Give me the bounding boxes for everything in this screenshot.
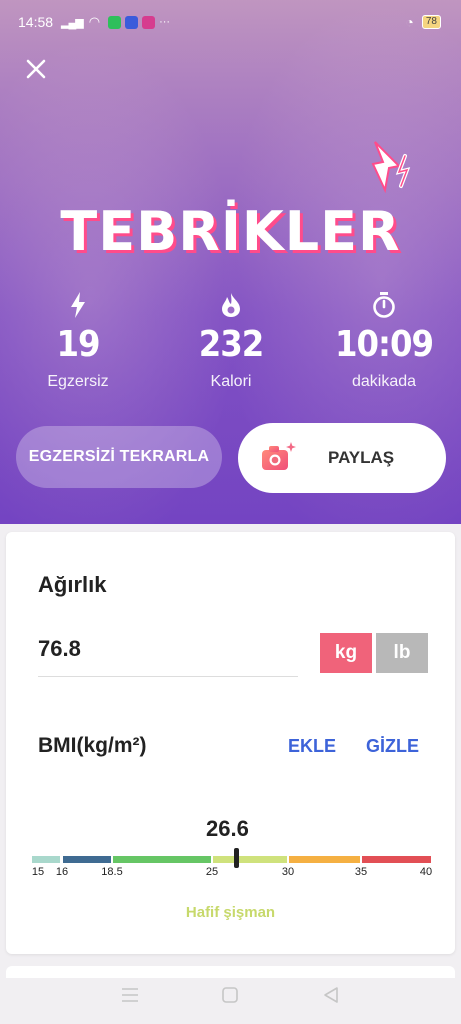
stat-label: Egzersiz <box>47 373 109 390</box>
weight-input[interactable]: 76.8 <box>38 636 298 677</box>
camera-icon <box>260 440 296 476</box>
weight-title: Ağırlık <box>38 572 107 597</box>
stat-calories: 232 Kalori <box>161 290 301 391</box>
unit-lb-button[interactable]: lb <box>376 633 428 673</box>
share-label: PAYLAŞ <box>328 448 395 467</box>
back-icon[interactable] <box>318 982 344 1008</box>
bmi-scale-segment <box>289 856 360 863</box>
lightning-decoration-icon <box>371 141 411 194</box>
hide-bmi-button[interactable]: GİZLE <box>366 736 419 757</box>
bmi-scale-segment <box>63 856 111 863</box>
stat-duration: 10:09 dakikada <box>314 290 454 391</box>
bolt-icon <box>8 290 148 320</box>
status-bar: 14:58 ▂▄▆ ◠ ··· ◔ 78 <box>18 10 441 34</box>
bmi-marker <box>234 848 240 868</box>
bmi-scale-tick: 15 <box>31 866 45 878</box>
menu-icon[interactable] <box>117 982 143 1008</box>
stat-value: 19 <box>56 324 100 365</box>
alarm-icon: ◔ <box>405 14 414 30</box>
home-icon[interactable] <box>217 982 243 1008</box>
repeat-workout-button[interactable]: EGZERSİZİ TEKRARLA <box>16 426 222 488</box>
more-notifications-icon: ··· <box>159 16 171 28</box>
bmi-scale-segment <box>362 856 431 863</box>
bmi-scale-tick: 35 <box>354 866 368 878</box>
battery-icon: 78 <box>421 15 441 29</box>
stat-label: dakikada <box>351 373 417 390</box>
congrats-title: TEBRİKLER <box>60 200 401 263</box>
close-icon[interactable] <box>22 58 50 86</box>
add-bmi-button[interactable]: EKLE <box>288 736 336 757</box>
stat-value: 232 <box>198 324 265 365</box>
bmi-classification: Hafif şişman <box>185 904 276 921</box>
bmi-scale: 15 16 18.5 25 30 35 40 <box>31 848 433 896</box>
flame-icon <box>161 290 301 320</box>
bmi-scale-tick: 18.5 <box>101 866 123 878</box>
share-button[interactable]: PAYLAŞ <box>238 423 446 493</box>
status-time: 14:58 <box>18 14 54 30</box>
instagram-icon <box>142 15 156 29</box>
stopwatch-icon <box>314 290 454 320</box>
bmi-scale-tick: 25 <box>205 866 219 878</box>
wifi-icon: ◠ <box>88 14 101 29</box>
stat-exercises: 19 Egzersiz <box>8 290 148 391</box>
bmi-value: 26.6 <box>206 816 249 841</box>
unit-kg-button[interactable]: kg <box>320 633 372 673</box>
stat-label: Kalori <box>210 373 252 390</box>
facebook-icon <box>125 15 139 29</box>
bmi-scale-segment <box>213 856 287 863</box>
bmi-scale-tick: 16 <box>55 866 69 878</box>
hero-banner: 14:58 ▂▄▆ ◠ ··· ◔ 78 TEBRİKLER 19 Egzers… <box>0 0 461 524</box>
bmi-title: BMI(kg/m²) <box>38 734 147 757</box>
bmi-scale-tick: 30 <box>281 866 295 878</box>
bmi-scale-segment <box>32 856 60 863</box>
body-metrics-card: Ağırlık 76.8 kg lb BMI(kg/m²) EKLE GİZLE… <box>6 532 455 954</box>
workout-stats: 19 Egzersiz 232 Kalori 10:09 dakikada <box>0 290 461 400</box>
whatsapp-icon <box>108 15 122 29</box>
stat-value: 10:09 <box>334 324 434 365</box>
bmi-scale-tick: 40 <box>419 866 433 878</box>
system-nav-bar <box>0 966 461 1024</box>
bmi-scale-segment <box>113 856 211 863</box>
signal-icon: ▂▄▆ <box>61 16 84 29</box>
